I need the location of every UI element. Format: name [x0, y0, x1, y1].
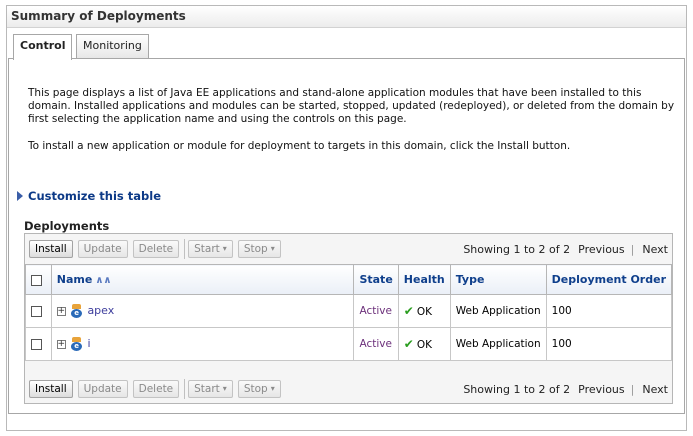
stop-dropdown-button[interactable]: Stop ▾ — [237, 240, 281, 258]
expand-plus-icon[interactable]: + — [56, 339, 66, 349]
table-row: + e i Active ✔ OK Web Application 100 — [25, 327, 673, 361]
pager-separator: | — [630, 242, 635, 256]
select-all-checkbox[interactable] — [31, 274, 42, 286]
install-button[interactable]: Install — [29, 240, 73, 258]
health-cell: ✔ OK — [397, 327, 451, 361]
health-label: OK — [416, 306, 432, 318]
panel-title: Summary of Deployments — [7, 6, 686, 28]
start-dropdown-button[interactable]: Start ▾ — [188, 380, 233, 398]
pager-separator: | — [630, 382, 635, 396]
state-cell: Active — [353, 327, 399, 361]
tab-control[interactable]: Control — [13, 34, 73, 60]
column-header-deployment-order[interactable]: Deployment Order — [545, 264, 673, 295]
table-toolbar-bottom: Install Update Delete Start ▾ Stop ▾ Sho… — [25, 376, 672, 402]
table-toolbar-top: Install Update Delete Start ▾ Stop ▾ Sho… — [25, 236, 672, 262]
checkmark-icon: ✔ — [403, 304, 414, 318]
type-cell: Web Application — [449, 294, 547, 328]
pager-previous[interactable]: Previous — [578, 383, 625, 396]
section-title: Deployments — [24, 219, 110, 233]
expand-triangle-icon — [17, 191, 23, 201]
delete-button[interactable]: Delete — [132, 240, 180, 258]
customize-table-link[interactable]: Customize this table — [17, 189, 161, 203]
row-select-cell — [25, 294, 52, 328]
tab-content: This page displays a list of Java EE app… — [8, 58, 685, 414]
deployment-name-link[interactable]: i — [87, 337, 90, 350]
toolbar-divider — [184, 379, 186, 399]
stop-dropdown-button[interactable]: Stop ▾ — [237, 380, 281, 398]
column-header-state[interactable]: State — [353, 264, 399, 295]
health-cell: ✔ OK — [397, 294, 451, 328]
expand-plus-icon[interactable]: + — [56, 306, 66, 316]
delete-button[interactable]: Delete — [132, 380, 180, 398]
pager-top: Showing 1 to 2 of 2 Previous | Next — [455, 236, 668, 262]
deployment-name-link[interactable]: apex — [87, 304, 114, 317]
chevron-down-icon: ▾ — [270, 244, 275, 253]
pager-next[interactable]: Next — [642, 243, 668, 256]
stop-label: Stop — [243, 243, 268, 255]
name-cell: + e apex — [50, 294, 355, 328]
checkmark-icon: ✔ — [403, 337, 414, 351]
description-paragraph: This page displays a list of Java EE app… — [28, 87, 675, 125]
pager-showing: Showing 1 to 2 of 2 — [463, 242, 571, 256]
row-select-cell — [25, 327, 52, 361]
toolbar-divider — [184, 239, 186, 259]
web-application-icon: e — [71, 337, 83, 351]
state-cell: Active — [353, 294, 399, 328]
table-header-row: Name ∧∧ State Health Type Deployment Orde… — [25, 264, 673, 295]
deployment-order-cell: 100 — [545, 294, 673, 328]
customize-label: Customize this table — [28, 189, 161, 203]
web-application-icon: e — [71, 304, 83, 318]
health-label: OK — [416, 339, 432, 351]
select-all-header — [25, 264, 52, 295]
stop-label: Stop — [243, 383, 268, 395]
start-dropdown-button[interactable]: Start ▾ — [188, 240, 233, 258]
start-label: Start — [194, 243, 220, 255]
table-row: + e apex Active ✔ OK Web Application 100 — [25, 294, 673, 328]
page-description: This page displays a list of Java EE app… — [28, 87, 678, 167]
update-button[interactable]: Update — [77, 240, 128, 258]
deployments-table: Name ∧∧ State Health Type Deployment Orde… — [25, 264, 673, 361]
update-button[interactable]: Update — [77, 380, 128, 398]
column-header-type[interactable]: Type — [449, 264, 547, 295]
pager-showing: Showing 1 to 2 of 2 — [463, 382, 571, 396]
deployment-order-cell: 100 — [545, 327, 673, 361]
pager-next[interactable]: Next — [642, 383, 668, 396]
pager-bottom: Showing 1 to 2 of 2 Previous | Next — [455, 376, 668, 402]
deployments-panel: Summary of Deployments Control Monitorin… — [6, 5, 687, 431]
chevron-down-icon: ▾ — [222, 244, 227, 253]
row-checkbox[interactable] — [31, 338, 42, 350]
chevron-down-icon: ▾ — [222, 384, 227, 393]
chevron-down-icon: ▾ — [270, 384, 275, 393]
tab-monitoring[interactable]: Monitoring — [76, 34, 149, 59]
column-name-label: Name — [56, 273, 93, 286]
sort-ascending-icon[interactable]: ∧∧ — [95, 275, 111, 286]
description-paragraph: To install a new application or module f… — [28, 140, 571, 152]
column-header-name[interactable]: Name ∧∧ — [50, 264, 355, 295]
deployments-table-container: Install Update Delete Start ▾ Stop ▾ Sho… — [24, 233, 673, 404]
install-button[interactable]: Install — [29, 380, 73, 398]
column-header-health[interactable]: Health — [397, 264, 451, 295]
start-label: Start — [194, 383, 220, 395]
type-cell: Web Application — [449, 327, 547, 361]
name-cell: + e i — [50, 327, 355, 361]
pager-previous[interactable]: Previous — [578, 243, 625, 256]
row-checkbox[interactable] — [31, 305, 42, 317]
